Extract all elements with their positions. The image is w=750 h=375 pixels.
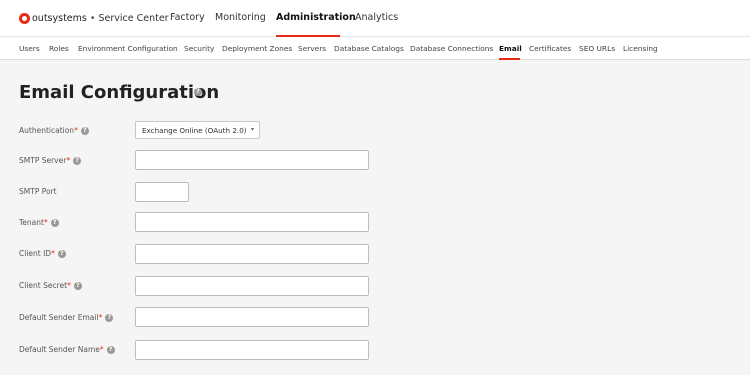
smtp-port-label: SMTP Port — [19, 187, 57, 196]
subnav-security[interactable]: Security — [184, 44, 214, 53]
sub-nav: Users Roles Environment Configuration Se… — [0, 37, 750, 60]
required-marker: * — [43, 218, 48, 227]
outsystems-logo-icon — [19, 13, 30, 24]
tenant-label: Tenant * ? — [19, 218, 59, 227]
authentication-select[interactable]: Exchange Online (OAuth 2.0) ▾ — [135, 121, 260, 139]
default-sender-name-input[interactable] — [135, 340, 369, 360]
help-icon[interactable]: ? — [106, 345, 115, 354]
top-navigation-bar: outsystems • Service Center Factory Moni… — [0, 0, 750, 37]
client-secret-label: Client Secret * ? — [19, 281, 82, 290]
client-id-label: Client ID * ? — [19, 249, 66, 258]
help-icon[interactable]: ? — [50, 218, 59, 227]
brand-separator: • — [89, 13, 96, 24]
required-marker: * — [99, 345, 104, 354]
subnav-email[interactable]: Email — [499, 44, 522, 53]
page-title: Email Configuration — [19, 82, 220, 103]
nav-analytics[interactable]: Analytics — [355, 12, 398, 23]
default-sender-email-label-text: Default Sender Email — [19, 313, 99, 322]
nav-monitoring[interactable]: Monitoring — [215, 12, 266, 23]
active-subnav-indicator — [499, 58, 520, 60]
required-marker: * — [51, 249, 55, 258]
nav-factory[interactable]: Factory — [170, 12, 205, 23]
subnav-roles[interactable]: Roles — [49, 44, 69, 53]
subnav-database-catalogs[interactable]: Database Catalogs — [334, 44, 404, 53]
authentication-label: Authentication * ? — [19, 126, 89, 135]
tenant-input[interactable] — [135, 212, 369, 232]
required-marker: * — [66, 156, 71, 165]
smtp-server-label-text: SMTP Server — [19, 156, 67, 165]
required-marker: * — [74, 126, 78, 135]
subnav-servers[interactable]: Servers — [298, 44, 326, 53]
smtp-port-label-text: SMTP Port — [19, 187, 57, 196]
client-id-input[interactable] — [135, 244, 369, 264]
authentication-selected-value: Exchange Online (OAuth 2.0) — [142, 125, 247, 135]
subnav-database-connections[interactable]: Database Connections — [410, 44, 493, 53]
subnav-environment-configuration[interactable]: Environment Configuration — [78, 44, 178, 53]
help-icon[interactable]: ? — [73, 156, 82, 165]
client-secret-input[interactable] — [135, 276, 369, 296]
default-sender-name-label-text: Default Sender Name — [19, 345, 100, 354]
help-icon[interactable]: ? — [194, 88, 202, 96]
default-sender-email-input[interactable] — [135, 307, 369, 327]
required-marker: * — [67, 281, 71, 290]
client-id-label-text: Client ID — [19, 249, 52, 258]
subnav-licensing[interactable]: Licensing — [623, 44, 658, 53]
subnav-seo-urls[interactable]: SEO URLs — [579, 44, 615, 53]
product-name: Service Center — [98, 13, 169, 24]
subnav-certificates[interactable]: Certificates — [529, 44, 571, 53]
smtp-server-input[interactable] — [135, 150, 369, 170]
tenant-label-text: Tenant — [19, 218, 44, 227]
smtp-server-label: SMTP Server * ? — [19, 156, 82, 165]
nav-administration[interactable]: Administration — [276, 12, 356, 23]
smtp-port-input[interactable] — [135, 182, 189, 202]
help-icon[interactable]: ? — [80, 126, 89, 135]
chevron-down-icon: ▾ — [250, 126, 254, 133]
required-marker: * — [98, 313, 103, 322]
default-sender-name-label: Default Sender Name * ? — [19, 345, 115, 354]
subnav-users[interactable]: Users — [19, 44, 40, 53]
subnav-deployment-zones[interactable]: Deployment Zones — [222, 44, 292, 53]
client-secret-label-text: Client Secret — [19, 281, 68, 290]
default-sender-email-label: Default Sender Email * ? — [19, 313, 114, 322]
help-icon[interactable]: ? — [105, 313, 114, 322]
help-icon[interactable]: ? — [73, 281, 82, 290]
logo[interactable]: outsystems • Service Center — [19, 13, 169, 24]
help-icon[interactable]: ? — [57, 249, 66, 258]
authentication-label-text: Authentication — [19, 126, 75, 135]
brand-name: outsystems — [32, 13, 87, 24]
